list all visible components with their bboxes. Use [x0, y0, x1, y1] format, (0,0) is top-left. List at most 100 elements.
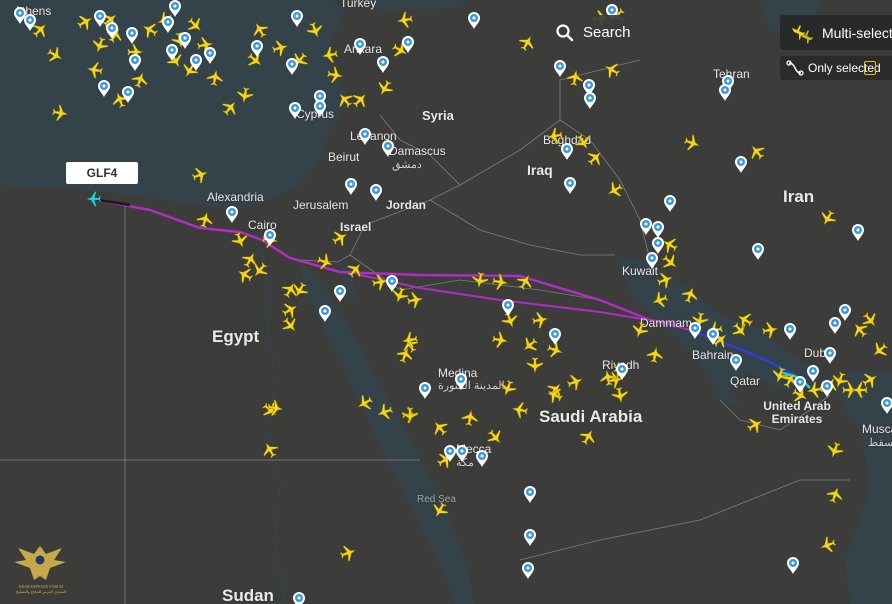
aircraft-icon[interactable] — [86, 61, 104, 79]
only-selected-toggle[interactable]: Only selected — [780, 56, 892, 80]
airport-pin-icon[interactable] — [24, 14, 36, 31]
airport-pin-icon[interactable] — [129, 54, 141, 71]
airport-pin-icon[interactable] — [419, 382, 431, 399]
aircraft-icon[interactable] — [334, 89, 356, 111]
aircraft-icon[interactable] — [761, 321, 779, 339]
airport-pin-icon[interactable] — [314, 100, 326, 117]
aircraft-icon[interactable] — [354, 392, 375, 414]
aircraft-icon[interactable] — [219, 97, 241, 119]
airport-pin-icon[interactable] — [264, 229, 276, 246]
only-selected-checkbox[interactable] — [864, 61, 876, 75]
aircraft-icon[interactable] — [516, 32, 538, 53]
aircraft-icon[interactable] — [770, 365, 790, 385]
airport-pin-icon[interactable] — [524, 529, 536, 546]
aircraft-icon[interactable] — [280, 299, 301, 321]
aircraft-icon[interactable] — [374, 78, 396, 99]
airport-pin-icon[interactable] — [730, 354, 742, 371]
airport-pin-icon[interactable] — [824, 347, 836, 364]
airport-pin-icon[interactable] — [468, 12, 480, 29]
airport-pin-icon[interactable] — [126, 27, 138, 44]
airport-pin-icon[interactable] — [204, 47, 216, 64]
flight-map[interactable]: Egypt Saudi Arabia Iraq Iran Syria Jorda… — [0, 0, 892, 604]
aircraft-icon[interactable] — [326, 66, 344, 84]
airport-pin-icon[interactable] — [646, 252, 658, 269]
aircraft-icon[interactable] — [817, 208, 839, 229]
aircraft-icon[interactable] — [514, 271, 536, 292]
aircraft-icon[interactable] — [544, 379, 566, 401]
aircraft-icon[interactable] — [259, 439, 281, 460]
airport-pin-icon[interactable] — [807, 365, 819, 382]
aircraft-icon[interactable] — [565, 372, 585, 392]
airport-pin-icon[interactable] — [664, 195, 676, 212]
aircraft-icon[interactable] — [860, 369, 881, 391]
airport-pin-icon[interactable] — [455, 373, 467, 390]
airport-pin-icon[interactable] — [561, 143, 573, 160]
aircraft-icon[interactable] — [584, 147, 606, 169]
search-button[interactable]: Search — [547, 15, 749, 50]
airport-pin-icon[interactable] — [852, 224, 864, 241]
aircraft-icon[interactable] — [655, 270, 675, 290]
airport-pin-icon[interactable] — [881, 397, 892, 414]
aircraft-icon[interactable] — [236, 86, 254, 104]
airport-pin-icon[interactable] — [456, 445, 468, 462]
aircraft-icon[interactable] — [806, 381, 824, 399]
aircraft-icon[interactable] — [338, 543, 358, 563]
aircraft-icon[interactable] — [279, 314, 301, 336]
airport-pin-icon[interactable] — [289, 102, 301, 119]
aircraft-icon[interactable] — [498, 378, 518, 398]
aircraft-icon[interactable] — [349, 89, 371, 111]
airport-pin-icon[interactable] — [719, 84, 731, 101]
aircraft-icon[interactable] — [601, 59, 622, 81]
aircraft-icon[interactable] — [680, 285, 700, 305]
aircraft-icon[interactable] — [406, 291, 424, 309]
multi-select-button[interactable]: Multi-select — [780, 15, 892, 50]
selected-flight-label[interactable]: GLF4 — [66, 162, 138, 184]
airport-pin-icon[interactable] — [476, 450, 488, 467]
airport-pin-icon[interactable] — [370, 184, 382, 201]
airport-pin-icon[interactable] — [291, 10, 303, 27]
airport-pin-icon[interactable] — [549, 328, 561, 345]
airport-pin-icon[interactable] — [522, 562, 534, 579]
aircraft-icon[interactable] — [484, 426, 506, 448]
airport-pin-icon[interactable] — [640, 218, 652, 235]
aircraft-icon[interactable] — [825, 485, 845, 505]
aircraft-icon[interactable] — [531, 311, 549, 329]
aircraft-icon[interactable] — [51, 104, 69, 122]
aircraft-icon[interactable] — [249, 19, 271, 40]
aircraft-icon[interactable] — [75, 11, 96, 33]
aircraft-icon[interactable] — [195, 210, 214, 229]
aircraft-icon[interactable] — [139, 19, 160, 41]
aircraft-icon[interactable] — [745, 414, 766, 436]
airport-pin-icon[interactable] — [354, 38, 366, 55]
aircraft-icon[interactable] — [526, 357, 544, 374]
aircraft-icon[interactable] — [305, 20, 325, 40]
airport-pin-icon[interactable] — [502, 299, 514, 316]
aircraft-icon[interactable] — [818, 535, 838, 555]
airport-pin-icon[interactable] — [293, 592, 305, 604]
airport-pin-icon[interactable] — [524, 486, 536, 503]
aircraft-icon[interactable] — [825, 440, 845, 460]
aircraft-icon[interactable] — [321, 46, 339, 64]
aircraft-icon[interactable] — [646, 346, 664, 364]
aircraft-icon[interactable] — [230, 230, 250, 250]
aircraft-icon[interactable] — [519, 334, 541, 356]
aircraft-icon[interactable] — [500, 310, 520, 330]
airport-pin-icon[interactable] — [386, 275, 398, 292]
aircraft-icon[interactable] — [234, 264, 255, 286]
airport-pin-icon[interactable] — [377, 56, 389, 73]
aircraft-icon[interactable] — [330, 227, 351, 249]
airport-pin-icon[interactable] — [652, 221, 664, 238]
aircraft-icon[interactable] — [572, 132, 594, 153]
airport-pin-icon[interactable] — [319, 305, 331, 322]
aircraft-icon[interactable] — [206, 69, 224, 87]
aircraft-icon[interactable] — [396, 11, 414, 29]
aircraft-icon[interactable] — [491, 273, 509, 291]
aircraft-icon[interactable] — [650, 290, 670, 310]
airport-pin-icon[interactable] — [735, 156, 747, 173]
aircraft-icon[interactable] — [611, 386, 629, 404]
airport-pin-icon[interactable] — [94, 10, 106, 27]
airport-pin-icon[interactable] — [564, 177, 576, 194]
airport-pin-icon[interactable] — [584, 92, 596, 109]
aircraft-icon[interactable] — [630, 320, 650, 340]
airport-pin-icon[interactable] — [382, 140, 394, 157]
